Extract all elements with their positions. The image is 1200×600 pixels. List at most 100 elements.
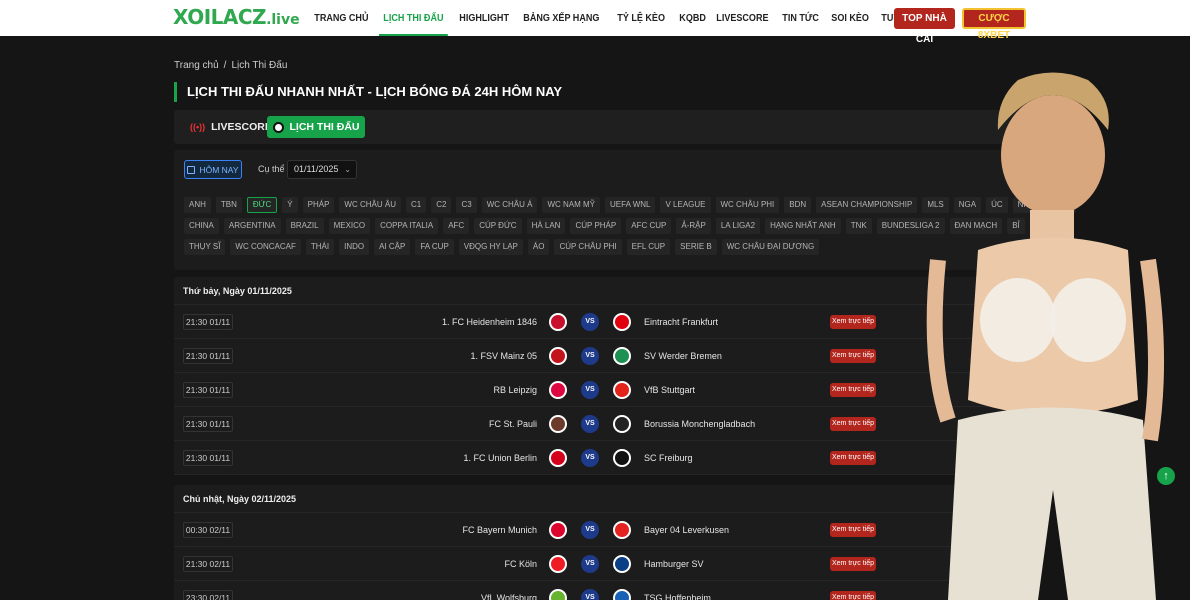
home-team-name[interactable]: FC Bayern Munich	[462, 513, 537, 547]
nav-item[interactable]: KQBD	[675, 0, 710, 36]
league-chip[interactable]: INDO	[339, 239, 370, 255]
nav-item[interactable]: BẢNG XẾP HẠNG	[519, 0, 604, 36]
logo-main: XOILACZ	[173, 5, 267, 29]
league-chip[interactable]: SERIE B	[675, 239, 717, 255]
match-row[interactable]: 00:30 02/11 FC Bayern Munich VS Bayer 04 Le…	[174, 513, 1034, 547]
home-team-name[interactable]: 1. FC Heidenheim 1846	[442, 305, 537, 339]
league-chip[interactable]: WC CHÂU ÂU	[339, 197, 401, 213]
league-chip[interactable]: FA CUP	[415, 239, 454, 255]
league-chip[interactable]: HÀ LAN	[526, 218, 566, 234]
match-row[interactable]: 21:30 01/11 FC St. Pauli VS Borussia Monche…	[174, 407, 1034, 441]
league-chip[interactable]: AFC CUP	[626, 218, 672, 234]
league-chip[interactable]: AI CẬP	[374, 239, 411, 255]
league-chip[interactable]: WC CHÂU Á	[481, 197, 538, 213]
tab-schedule[interactable]: LỊCH THI ĐẤU	[267, 116, 365, 138]
nav-item[interactable]: LIVESCORE	[712, 0, 773, 36]
bet-8xbet-button[interactable]: CƯỢC 8XBET	[962, 8, 1026, 41]
league-chip[interactable]: HẠNG NHẤT ANH	[765, 218, 841, 234]
match-row[interactable]: 21:30 01/11 RB Leipzig VS VfB Stuttgart Xem …	[174, 373, 1034, 407]
league-chip[interactable]: C3	[456, 197, 477, 213]
league-chip[interactable]: WC CHÂU PHI	[715, 197, 780, 213]
match-row[interactable]: 21:30 01/11 1. FC Heidenheim 1846 VS Eintra…	[174, 305, 1034, 339]
watch-live-button[interactable]: Xem trực tiếp	[830, 451, 876, 465]
watch-live-button[interactable]: Xem trực tiếp	[830, 557, 876, 571]
league-chip[interactable]: LA LIGA2	[715, 218, 761, 234]
nav-item[interactable]: TRANG CHỦ	[310, 0, 373, 36]
league-chip[interactable]: C2	[431, 197, 452, 213]
league-chip[interactable]: AFC	[443, 218, 470, 234]
watch-live-button[interactable]: Xem trực tiếp	[830, 417, 876, 431]
match-row[interactable]: 21:30 01/11 1. FC Union Berlin VS SC Freibu…	[174, 441, 1034, 475]
chevron-down-icon: ⌄	[344, 165, 351, 174]
top-bookmaker-button[interactable]: TOP NHÀ CÁI	[894, 8, 955, 45]
home-team-name[interactable]: FC St. Pauli	[489, 407, 537, 441]
site-logo[interactable]: XOILACZ .live	[173, 5, 300, 31]
league-chip[interactable]: VĐQG HY LẠP	[458, 239, 523, 255]
tab-livescore[interactable]: ((•)) LIVESCORE	[190, 116, 272, 138]
watch-live-button[interactable]: Xem trực tiếp	[830, 523, 876, 537]
league-chip[interactable]: WC CHÂU ĐẠI DƯƠNG	[721, 239, 820, 255]
away-team-name[interactable]: SV Werder Bremen	[644, 339, 722, 373]
away-team-name[interactable]: Bayer 04 Leverkusen	[644, 513, 729, 547]
league-chip[interactable]: C1	[405, 197, 427, 213]
match-section: Thứ bảy, Ngày 01/11/2025 21:30 01/11 1. F…	[174, 277, 1034, 475]
watch-live-button[interactable]: Xem trực tiếp	[830, 591, 876, 600]
away-team-name[interactable]: VfB Stuttgart	[644, 373, 695, 407]
league-chip[interactable]: MEXICO	[328, 218, 371, 234]
league-chip[interactable]: Ả-RẬP	[676, 218, 711, 234]
scroll-to-top-button[interactable]: ↑	[1157, 467, 1175, 485]
league-chip[interactable]: COPPA ITALIA	[375, 218, 439, 234]
away-team-name[interactable]: Eintracht Frankfurt	[644, 305, 718, 339]
home-team-name[interactable]: 1. FSV Mainz 05	[470, 339, 537, 373]
nav-item[interactable]: TIN TỨC	[778, 0, 823, 36]
league-chip[interactable]: EFL CUP	[626, 239, 671, 255]
main-nav: TRANG CHỦ LỊCH THI ĐẤU HIGHLIGHT BẢNG XẾP H…	[310, 0, 952, 36]
league-chip[interactable]: CÚP ĐỨC	[474, 218, 522, 234]
match-time: 21:30 01/11	[183, 348, 233, 364]
nav-item[interactable]: SOI KÈO	[827, 0, 873, 36]
league-chip[interactable]: ÁO	[527, 239, 550, 255]
away-team-name[interactable]: Borussia Monchengladbach	[644, 407, 755, 441]
league-chip[interactable]: Ý	[282, 197, 298, 213]
away-team-name[interactable]: Hamburger SV	[644, 547, 704, 581]
league-chip[interactable]: ANH	[184, 197, 211, 213]
home-team-name[interactable]: 1. FC Union Berlin	[463, 441, 537, 475]
match-row[interactable]: 21:30 01/11 1. FSV Mainz 05 VS SV Werder Br…	[174, 339, 1034, 373]
league-chip[interactable]: BRAZIL	[285, 218, 324, 234]
league-chip[interactable]: PHÁP	[302, 197, 335, 213]
breadcrumb-home[interactable]: Trang chủ	[174, 60, 219, 71]
league-chip[interactable]: ASEAN CHAMPIONSHIP	[816, 197, 918, 213]
league-chip[interactable]: BDN	[784, 197, 812, 213]
logo-suffix: .live	[266, 12, 300, 28]
away-team-crest-icon	[613, 347, 631, 365]
home-team-name[interactable]: VfL Wolfsburg	[481, 581, 537, 600]
league-chip[interactable]: UEFA WNL	[605, 197, 656, 213]
match-row[interactable]: 23:30 02/11 VfL Wolfsburg VS TSG Hoffenheim…	[174, 581, 1034, 600]
date-select[interactable]: 01/11/2025 ⌄	[287, 160, 357, 179]
away-team-name[interactable]: TSG Hoffenheim	[644, 581, 711, 600]
match-row[interactable]: 21:30 02/11 FC Köln VS Hamburger SV Xem trực…	[174, 547, 1034, 581]
watch-live-button[interactable]: Xem trực tiếp	[830, 383, 876, 397]
watch-live-button[interactable]: Xem trực tiếp	[830, 349, 876, 363]
away-team-name[interactable]: SC Freiburg	[644, 441, 693, 475]
league-chip[interactable]: CÚP CHÂU PHI	[554, 239, 622, 255]
league-chip[interactable]: THỤY SĨ	[184, 239, 226, 255]
league-chip[interactable]: CHINA	[184, 218, 219, 234]
league-chip[interactable]: WC NAM MỸ	[542, 197, 601, 213]
league-chip[interactable]: TNK	[845, 218, 872, 234]
league-chip[interactable]: ARGENTINA	[223, 218, 281, 234]
nav-item[interactable]: LỊCH THI ĐẤU	[379, 0, 448, 36]
league-chip-row: ANH TBN ĐỨC Ý PHÁP WC CHÂU ÂU C1 C2 C3 WC CHÂU ÁW…	[184, 197, 1077, 213]
nav-item[interactable]: HIGHLIGHT	[455, 0, 513, 36]
home-team-name[interactable]: FC Köln	[504, 547, 537, 581]
league-chip[interactable]: V LEAGUE	[660, 197, 711, 213]
league-chip[interactable]: ĐỨC	[246, 197, 278, 213]
league-chip[interactable]: WC CONCACAF	[230, 239, 301, 255]
league-chip[interactable]: THÁI	[305, 239, 335, 255]
watch-live-button[interactable]: Xem trực tiếp	[830, 315, 876, 329]
today-button[interactable]: HÔM NAY	[184, 160, 242, 179]
nav-item[interactable]: TỶ LỆ KÈO	[613, 0, 669, 36]
league-chip[interactable]: CÚP PHÁP	[570, 218, 622, 234]
home-team-name[interactable]: RB Leipzig	[493, 373, 537, 407]
league-chip[interactable]: TBN	[215, 197, 242, 213]
